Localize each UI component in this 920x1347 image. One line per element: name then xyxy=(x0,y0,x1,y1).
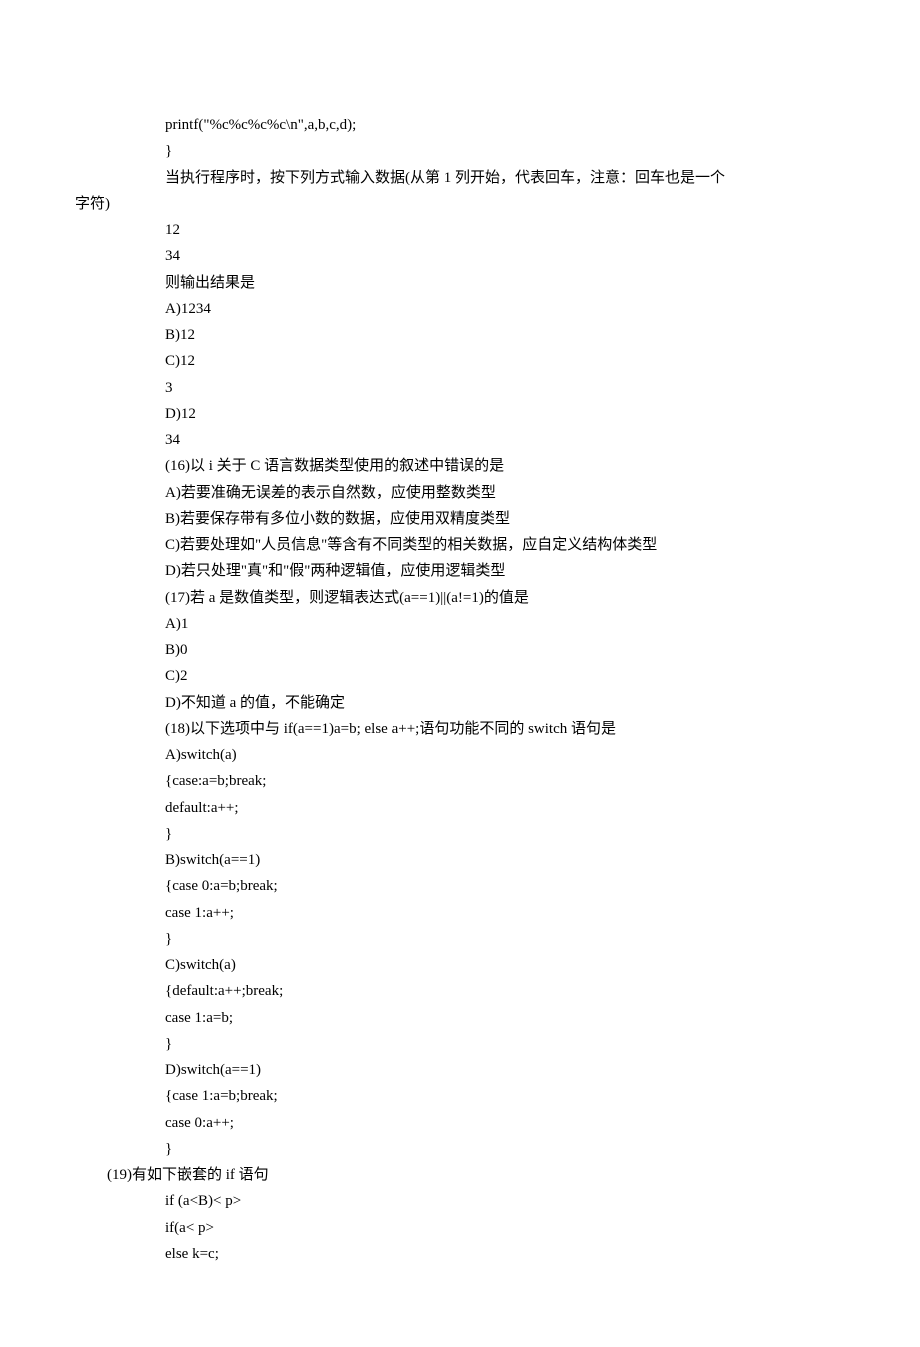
text-line: case 1:a++; xyxy=(0,900,920,926)
text-line: (16)以 i 关于 C 语言数据类型使用的叙述中错误的是 xyxy=(0,453,920,479)
text-line: {case:a=b;break; xyxy=(0,768,920,794)
text-line: D)若只处理"真"和"假"两种逻辑值，应使用逻辑类型 xyxy=(0,558,920,584)
text-line: A)若要准确无误差的表示自然数，应使用整数类型 xyxy=(0,480,920,506)
text-line: } xyxy=(0,138,920,164)
text-line: 则输出结果是 xyxy=(0,270,920,296)
text-line: if (a<B)< p> xyxy=(0,1188,920,1214)
text-line: else k=c; xyxy=(0,1241,920,1267)
text-line: 34 xyxy=(0,243,920,269)
text-line: C)12 xyxy=(0,348,920,374)
text-line: 3 xyxy=(0,375,920,401)
text-line: {case 0:a=b;break; xyxy=(0,873,920,899)
text-line: B)switch(a==1) xyxy=(0,847,920,873)
text-line: } xyxy=(0,821,920,847)
text-line: 当执行程序时，按下列方式输入数据(从第 1 列开始，代表回车，注意：回车也是一个 xyxy=(0,165,920,191)
text-line: 12 xyxy=(0,217,920,243)
text-line: (18)以下选项中与 if(a==1)a=b; else a++;语句功能不同的… xyxy=(0,716,920,742)
text-line: C)2 xyxy=(0,663,920,689)
text-line: D)switch(a==1) xyxy=(0,1057,920,1083)
text-line: D)不知道 a 的值，不能确定 xyxy=(0,690,920,716)
text-line: C)switch(a) xyxy=(0,952,920,978)
text-line: } xyxy=(0,1031,920,1057)
text-line: C)若要处理如"人员信息"等含有不同类型的相关数据，应自定义结构体类型 xyxy=(0,532,920,558)
text-line: A)1 xyxy=(0,611,920,637)
document-body: printf("%c%c%c%c\n",a,b,c,d);}当执行程序时，按下列… xyxy=(0,112,920,1267)
text-line: default:a++; xyxy=(0,795,920,821)
text-line: {default:a++;break; xyxy=(0,978,920,1004)
text-line: } xyxy=(0,926,920,952)
text-line: (19)有如下嵌套的 if 语句 xyxy=(0,1162,920,1188)
text-line: case 1:a=b; xyxy=(0,1005,920,1031)
text-line: if(a< p> xyxy=(0,1215,920,1241)
text-line: {case 1:a=b;break; xyxy=(0,1083,920,1109)
text-line: case 0:a++; xyxy=(0,1110,920,1136)
text-line: B)0 xyxy=(0,637,920,663)
text-line: B)12 xyxy=(0,322,920,348)
text-line: printf("%c%c%c%c\n",a,b,c,d); xyxy=(0,112,920,138)
text-line: (17)若 a 是数值类型，则逻辑表达式(a==1)||(a!=1)的值是 xyxy=(0,585,920,611)
text-line: 字符) xyxy=(0,191,920,217)
text-line: A)1234 xyxy=(0,296,920,322)
text-line: B)若要保存带有多位小数的数据，应使用双精度类型 xyxy=(0,506,920,532)
text-line: A)switch(a) xyxy=(0,742,920,768)
text-line: 34 xyxy=(0,427,920,453)
text-line: } xyxy=(0,1136,920,1162)
text-line: D)12 xyxy=(0,401,920,427)
